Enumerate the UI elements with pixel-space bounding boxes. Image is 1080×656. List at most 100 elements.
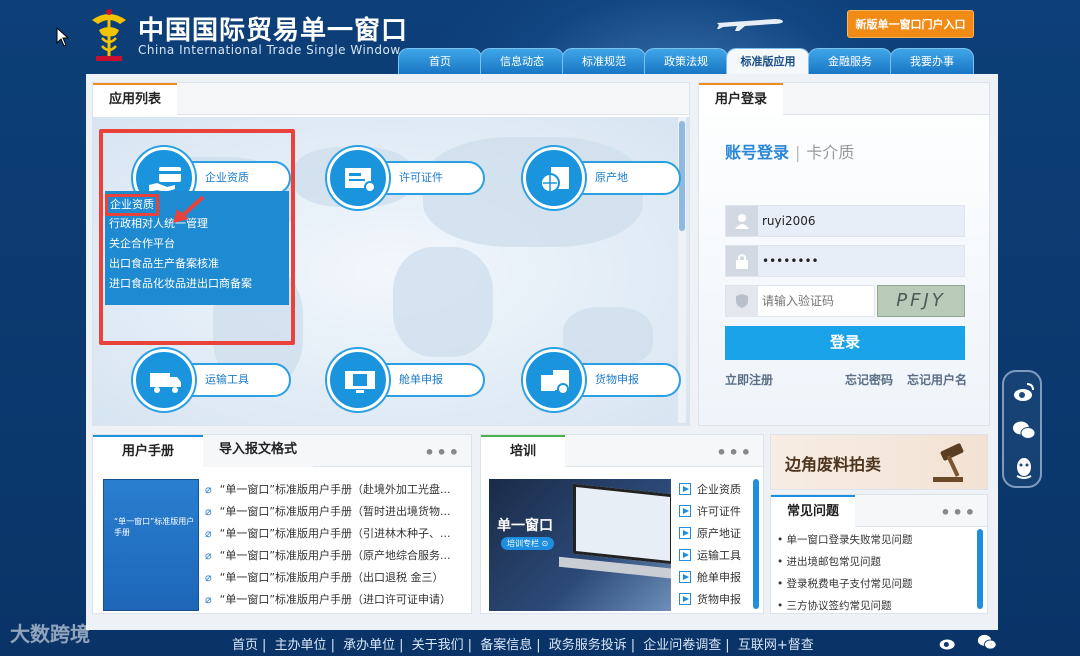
training-scrollbar[interactable] xyxy=(753,479,759,609)
nav-tab-services[interactable]: 我要办事 xyxy=(890,48,974,74)
list-item-text: 企业资质 xyxy=(697,483,741,496)
tab-faq[interactable]: 常见问题 xyxy=(771,495,856,527)
footer-link-supervision[interactable]: 互联网+督查 xyxy=(738,638,814,653)
faq-item[interactable]: • 进出境邮包常见问题 xyxy=(777,551,977,573)
paperclip-icon: ⌀ xyxy=(205,483,212,496)
tab-app-list[interactable]: 应用列表 xyxy=(93,83,178,115)
qq-icon[interactable] xyxy=(1012,456,1036,480)
list-item[interactable]: 运输工具 xyxy=(679,545,759,567)
forgot-password-link[interactable]: 忘记密码 xyxy=(845,371,893,388)
scrap-auction-banner[interactable]: 边角废料拍卖 xyxy=(770,434,988,490)
shield-icon xyxy=(736,294,748,308)
captcha-field[interactable] xyxy=(725,285,962,317)
user-manual-panel: 用户手册 导入报文格式 ••• “单一窗口”标准版用户手册 ⌀ “单一窗口”标准版… xyxy=(92,434,472,614)
list-item-text: “单一窗口”标准版用户手册（原产地综合服务... xyxy=(219,549,451,562)
nav-tab-standard-apps[interactable]: 标准版应用 xyxy=(726,48,810,74)
paperclip-icon: ⌀ xyxy=(205,527,212,540)
faq-item[interactable]: • 单一窗口登录失败常见问题 xyxy=(777,529,977,551)
captcha-image[interactable]: PFJY xyxy=(877,285,965,317)
play-icon xyxy=(679,483,691,495)
new-portal-button[interactable]: 新版单一窗口门户入口 xyxy=(847,10,974,38)
more-button[interactable]: ••• xyxy=(716,443,753,462)
nav-tab-home[interactable]: 首页 xyxy=(398,48,482,74)
footer-link-home[interactable]: 首页 xyxy=(232,638,258,653)
app-icon-circle xyxy=(523,147,585,209)
app-origin[interactable]: 原产地 xyxy=(523,147,683,209)
training-image-title: 单一窗口 xyxy=(497,518,553,534)
app-icon-circle xyxy=(327,147,389,209)
faq-list: • 单一窗口登录失败常见问题 • 进出境邮包常见问题 • 登录税费电子支付常见问… xyxy=(777,529,977,617)
tab-user-manual[interactable]: 用户手册 xyxy=(93,435,203,467)
faq-item[interactable]: • 登录税费电子支付常见问题 xyxy=(777,573,977,595)
nav-tab-standards[interactable]: 标准规范 xyxy=(562,48,646,74)
list-item[interactable]: ⌀ “单一窗口”标准版用户手册（引进林木种子、... xyxy=(205,523,467,545)
more-button[interactable]: ••• xyxy=(940,503,977,522)
footer-link-complaint[interactable]: 政务服务投诉 xyxy=(549,638,627,653)
list-item[interactable]: ⌀ “单一窗口”标准版用户手册（暂时进出境货物... xyxy=(205,501,467,523)
tab-account-login[interactable]: 账号登录 xyxy=(725,143,789,162)
list-item-text: 舱单申报 xyxy=(697,571,741,584)
list-item[interactable]: ⌀ “单一窗口”标准版用户手册（原产地综合服务... xyxy=(205,545,467,567)
list-item-text: “单一窗口”标准版用户手册（赴境外加工光盘... xyxy=(219,483,451,496)
main-nav: 首页 信息动态 标准规范 政策法规 标准版应用 金融服务 我要办事 xyxy=(398,48,974,74)
training-banner-image[interactable]: 单一窗口 培训专栏 ⊙ xyxy=(489,479,671,611)
wechat-icon[interactable] xyxy=(974,632,1000,652)
training-panel: 培训 ••• 单一窗口 培训专栏 ⊙ 企业资质 许可证件 原产地证 运输工具 舱… xyxy=(480,434,764,614)
list-item[interactable]: ⌀ “单一窗口”标准版用户手册（赴境外加工光盘... xyxy=(205,479,467,501)
training-list: 企业资质 许可证件 原产地证 运输工具 舱单申报 货物申报 xyxy=(679,479,759,611)
more-button[interactable]: ••• xyxy=(424,443,461,462)
customs-emblem-icon xyxy=(92,9,126,61)
manual-cover-title: “单一窗口”标准版用户手册 xyxy=(114,517,195,537)
list-item[interactable]: 许可证件 xyxy=(679,501,759,523)
username-input[interactable] xyxy=(762,206,962,236)
footer-link-organizer[interactable]: 承办单位 xyxy=(343,638,395,653)
footer-link-survey[interactable]: 企业问卷调查 xyxy=(643,638,721,653)
app-icon-circle xyxy=(523,349,585,411)
forgot-username-link[interactable]: 忘记用户名 xyxy=(907,371,967,388)
app-goods-declaration[interactable]: 货物申报 xyxy=(523,349,683,411)
nav-tab-finance[interactable]: 金融服务 xyxy=(808,48,892,74)
list-item[interactable]: ⌀ “单一窗口”标准版用户手册（出口退税 金三） xyxy=(205,567,467,589)
app-manifest[interactable]: 舱单申报 xyxy=(327,349,487,411)
weibo-icon[interactable] xyxy=(1012,380,1036,404)
footer-link-host[interactable]: 主办单位 xyxy=(275,638,327,653)
footer-link-filing[interactable]: 备案信息 xyxy=(480,638,532,653)
nav-tab-news[interactable]: 信息动态 xyxy=(480,48,564,74)
monitor-document-icon xyxy=(345,371,375,393)
app-transport[interactable]: 运输工具 xyxy=(133,349,293,411)
faq-item[interactable]: • 三方协议签约常见问题 xyxy=(777,595,977,617)
faq-panel: 常见问题 ••• • 单一窗口登录失败常见问题 • 进出境邮包常见问题 • 登录… xyxy=(770,494,988,614)
app-licenses[interactable]: 许可证件 xyxy=(327,147,487,209)
app-list-panel: 应用列表 企业资质 许可证件 原产地 运输工具 舱单申报 货物申报 企业资质 行… xyxy=(92,82,690,426)
app-icon-circle xyxy=(133,349,195,411)
list-item-text: 原产地证 xyxy=(697,527,741,540)
nav-tab-policies[interactable]: 政策法规 xyxy=(644,48,728,74)
tab-training[interactable]: 培训 xyxy=(481,435,565,467)
tab-import-format[interactable]: 导入报文格式 xyxy=(203,435,314,467)
username-field[interactable] xyxy=(725,205,965,237)
tab-user-login[interactable]: 用户登录 xyxy=(699,83,784,115)
footer-link-about[interactable]: 关于我们 xyxy=(412,638,464,653)
password-input[interactable] xyxy=(762,246,962,276)
footer-separator: | xyxy=(330,638,335,653)
tab-card-login[interactable]: 卡介质 xyxy=(806,143,854,162)
manual-cover-image[interactable]: “单一窗口”标准版用户手册 xyxy=(103,479,199,611)
footer-separator: | xyxy=(725,638,730,653)
login-button[interactable]: 登录 xyxy=(725,326,965,360)
play-icon xyxy=(679,505,691,517)
list-item[interactable]: 货物申报 xyxy=(679,589,759,611)
list-item[interactable]: 舱单申报 xyxy=(679,567,759,589)
wechat-icon[interactable] xyxy=(1012,418,1036,442)
list-item[interactable]: ⌀ “单一窗口”标准版用户手册（进口许可证申请） xyxy=(205,589,467,611)
app-list-header xyxy=(93,83,689,115)
faq-scrollbar[interactable] xyxy=(977,529,983,609)
list-item-text: “单一窗口”标准版用户手册（进口许可证申请） xyxy=(219,593,452,606)
password-field[interactable] xyxy=(725,245,965,277)
side-social-bar xyxy=(1002,370,1042,488)
list-item[interactable]: 原产地证 xyxy=(679,523,759,545)
user-icon-box xyxy=(726,206,758,236)
register-link[interactable]: 立即注册 xyxy=(725,371,773,388)
banner-text: 边角废料拍卖 xyxy=(785,455,882,474)
weibo-icon[interactable] xyxy=(936,632,960,652)
list-item[interactable]: 企业资质 xyxy=(679,479,759,501)
